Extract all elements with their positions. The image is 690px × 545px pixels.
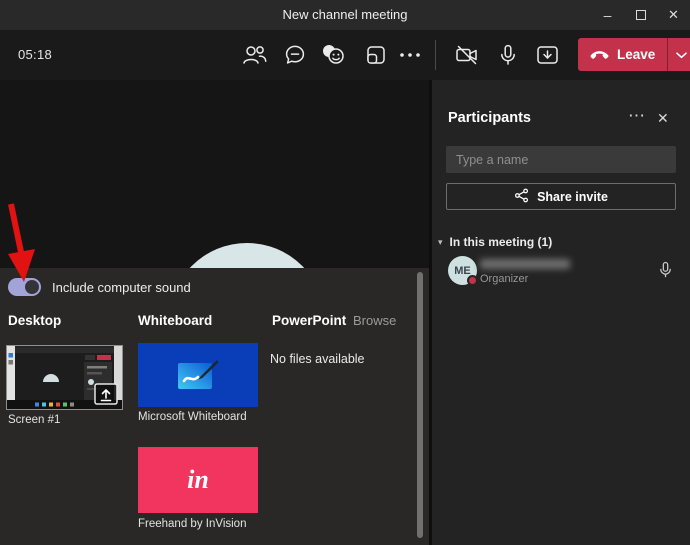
panel-more-button[interactable]: ⋯: [628, 106, 645, 126]
caret-down-icon: ▾: [438, 237, 443, 248]
titlebar: New channel meeting – ✕: [0, 0, 690, 30]
participant-mic-icon[interactable]: [658, 261, 673, 284]
breakout-rooms-button[interactable]: [360, 40, 392, 70]
participants-panel: Participants ⋯ ✕ Share invite ▾ In this …: [432, 80, 690, 545]
close-button[interactable]: ✕: [657, 0, 690, 30]
more-horizontal-icon: [399, 52, 421, 58]
section-header-powerpoint: PowerPoint: [272, 313, 346, 328]
share-item-screen-1[interactable]: [6, 345, 123, 410]
whiteboard-app-icon: [177, 359, 219, 391]
busy-status-dot: [467, 275, 478, 286]
freehand-invision-label: Freehand by InVision: [138, 518, 246, 530]
camera-off-icon: [454, 43, 480, 67]
minimize-button[interactable]: –: [591, 0, 624, 30]
chat-icon: [283, 43, 307, 67]
in-this-meeting-section[interactable]: ▾ In this meeting (1): [438, 235, 552, 249]
participant-avatar-large: [169, 243, 325, 268]
people-icon: [241, 43, 268, 67]
participants-button[interactable]: [238, 40, 270, 70]
more-actions-button[interactable]: [394, 40, 426, 70]
participant-row[interactable]: ME Organizer: [432, 254, 690, 294]
camera-toggle-button[interactable]: [451, 40, 483, 70]
browse-link[interactable]: Browse: [353, 313, 396, 328]
chevron-down-icon: [676, 46, 687, 64]
share-invite-icon: [514, 188, 529, 206]
powerpoint-empty-message: No files available: [270, 352, 365, 366]
hang-up-icon: [589, 47, 610, 62]
share-screen-icon: [535, 43, 560, 67]
computer-sound-row: Include computer sound: [8, 278, 191, 296]
meeting-stage: [0, 80, 429, 268]
include-computer-sound-toggle[interactable]: [8, 278, 41, 296]
leave-button[interactable]: Leave: [578, 38, 690, 71]
participant-name-redacted: [480, 259, 570, 269]
maximize-button[interactable]: [624, 0, 657, 30]
panel-title: Participants: [448, 110, 531, 126]
close-icon: ✕: [668, 7, 679, 23]
share-invite-button[interactable]: Share invite: [446, 183, 676, 210]
leave-button-main[interactable]: Leave: [578, 38, 667, 71]
teams-meeting-window: New channel meeting – ✕ 05:18: [0, 0, 690, 545]
toggle-label: Include computer sound: [52, 280, 191, 295]
reactions-button[interactable]: [317, 40, 349, 70]
share-tray: Include computer sound Desktop Whiteboar…: [0, 268, 429, 545]
microsoft-whiteboard-label: Microsoft Whiteboard: [138, 411, 247, 423]
share-tray-button[interactable]: [531, 40, 563, 70]
tray-scrollbar[interactable]: [417, 272, 423, 538]
share-invite-label: Share invite: [537, 190, 608, 204]
share-item-freehand-invision[interactable]: in: [138, 447, 258, 513]
toolbar-divider: [435, 40, 436, 70]
reactions-icon: [320, 43, 347, 67]
meeting-timer: 05:18: [18, 47, 52, 62]
popout-window-icon: [365, 44, 387, 66]
share-item-microsoft-whiteboard[interactable]: [138, 343, 258, 407]
participant-initials: ME: [454, 265, 471, 277]
invision-logo: in: [187, 465, 209, 495]
panel-close-button[interactable]: ✕: [657, 110, 669, 127]
share-overlay-icon: [94, 383, 118, 405]
chat-button[interactable]: [279, 40, 311, 70]
screen-1-label: Screen #1: [8, 414, 60, 426]
maximize-icon: [636, 10, 646, 20]
leave-options-button[interactable]: [667, 38, 690, 71]
minimize-icon: –: [604, 7, 612, 23]
invite-name-input[interactable]: [446, 146, 676, 173]
section-header-desktop: Desktop: [8, 313, 61, 328]
leave-label: Leave: [617, 47, 655, 62]
section-header-whiteboard: Whiteboard: [138, 313, 212, 328]
toggle-knob: [25, 280, 39, 294]
mic-toggle-button[interactable]: [492, 40, 524, 70]
mic-icon: [496, 43, 520, 67]
participant-role: Organizer: [480, 273, 528, 285]
window-title: New channel meeting: [0, 7, 690, 22]
section-label: In this meeting (1): [450, 235, 553, 249]
meeting-toolbar: 05:18: [0, 30, 690, 80]
